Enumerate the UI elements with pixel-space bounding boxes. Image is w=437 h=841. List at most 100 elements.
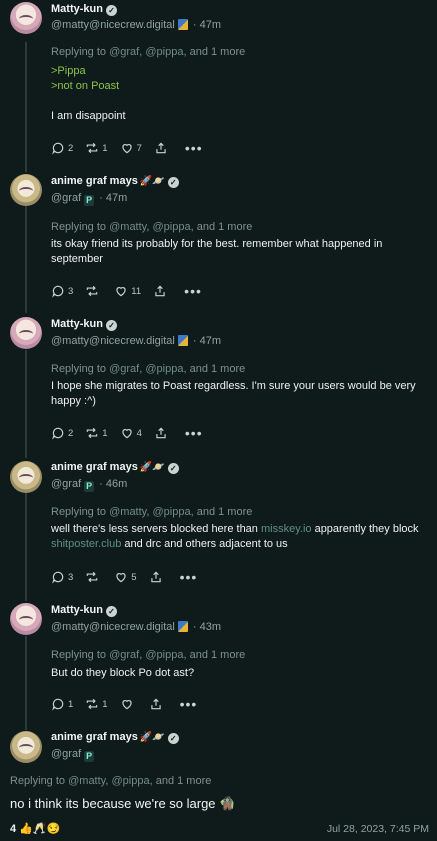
reaction-emojis: 👍🥂😏 <box>19 823 61 835</box>
like-icon <box>121 144 132 154</box>
more-icon[interactable]: ••• <box>185 425 203 441</box>
reactions-summary[interactable]: 4 👍🥂😏 <box>10 822 60 835</box>
post-time[interactable]: 47m <box>200 19 221 31</box>
mention-link[interactable]: @pippa <box>111 775 149 787</box>
repost-icon <box>87 142 98 154</box>
like-button[interactable]: 5 <box>114 570 137 584</box>
post-text: its okay friend its probably for the bes… <box>51 238 383 265</box>
verified-icon: ✓ <box>105 320 117 331</box>
more-icon[interactable]: ••• <box>185 140 203 156</box>
post-time[interactable]: 47m <box>106 192 127 204</box>
and-more-link[interactable]: and 1 more <box>156 775 212 787</box>
author-handle[interactable]: @matty@nicecrew.digital · 47m <box>51 335 221 347</box>
like-icon <box>121 429 132 439</box>
mention-link[interactable]: @pippa <box>145 363 183 375</box>
author-name[interactable]: anime graf mays 🚀🪐 ✓ <box>51 175 179 188</box>
like-icon <box>121 700 132 710</box>
share-icon <box>150 698 161 710</box>
more-icon[interactable]: ••• <box>184 283 202 299</box>
share-button[interactable] <box>149 697 166 711</box>
instance-link[interactable]: shitposter.club <box>51 538 121 550</box>
reply-button[interactable]: 3 <box>51 570 73 584</box>
mention-link[interactable]: @pippa <box>145 46 183 58</box>
repost-button[interactable]: 1 <box>85 141 108 155</box>
thread-line <box>25 42 27 172</box>
author-handle[interactable]: @graf P · 47m <box>51 192 127 206</box>
repost-button[interactable]: 1 <box>85 426 108 440</box>
repost-icon <box>87 427 98 439</box>
repost-button[interactable] <box>85 284 102 298</box>
more-icon[interactable]: ••• <box>180 696 198 712</box>
instance-icon <box>177 19 188 30</box>
author-name[interactable]: Matty-kun ✓ <box>51 318 117 331</box>
post-time[interactable]: 43m <box>200 621 221 633</box>
author-name[interactable]: Matty-kun ✓ <box>51 3 117 16</box>
and-more-link[interactable]: and 1 more <box>190 363 246 375</box>
greentext-line: >not on Poast <box>51 80 120 92</box>
and-more-link[interactable]: and 1 more <box>197 221 253 233</box>
replying-to: Replying to @matty, @pippa, and 1 more <box>51 221 253 233</box>
more-icon[interactable]: ••• <box>180 569 198 585</box>
share-button[interactable] <box>153 284 170 298</box>
author-handle[interactable]: @graf P <box>51 748 96 762</box>
author-handle[interactable]: @matty@nicecrew.digital · 47m <box>51 19 221 31</box>
and-more-link[interactable]: and 1 more <box>197 506 253 518</box>
repost-icon <box>87 571 98 583</box>
post-actions: 3 11 ••• <box>51 283 214 299</box>
instance-icon <box>177 335 188 346</box>
author-name[interactable]: Matty-kun ✓ <box>51 604 117 617</box>
author-handle[interactable]: @matty@nicecrew.digital · 43m <box>51 621 221 633</box>
mention-link[interactable]: @pippa <box>145 649 183 661</box>
rocket-planet-emoji: 🚀🪐 <box>139 732 165 743</box>
mention-link[interactable]: @matty <box>68 775 105 787</box>
avatar[interactable] <box>10 731 42 763</box>
verified-icon: ✓ <box>105 606 117 617</box>
post-time[interactable]: 47m <box>200 335 221 347</box>
share-icon <box>156 142 166 154</box>
instance-link[interactable]: misskey.io <box>261 523 312 535</box>
post-actions: 2 1 7 ••• <box>51 140 215 156</box>
mention-link[interactable]: @pippa <box>152 506 190 518</box>
avatar[interactable] <box>10 174 42 206</box>
share-button[interactable] <box>154 426 171 440</box>
rocket-planet-emoji: 🚀🪐 <box>139 176 165 187</box>
repost-icon <box>87 285 98 297</box>
like-button[interactable] <box>120 697 137 711</box>
share-button[interactable] <box>154 141 171 155</box>
instance-icon: P <box>84 481 95 492</box>
reply-icon <box>52 142 64 155</box>
repost-button[interactable] <box>85 570 102 584</box>
share-icon <box>150 571 161 583</box>
post-time[interactable]: 46m <box>106 478 127 490</box>
reply-button[interactable]: 1 <box>51 697 73 711</box>
avatar[interactable] <box>10 2 42 34</box>
author-name[interactable]: anime graf mays 🚀🪐 ✓ <box>51 731 179 744</box>
and-more-link[interactable]: and 1 more <box>190 649 246 661</box>
repost-icon <box>87 698 98 710</box>
avatar[interactable] <box>10 603 42 635</box>
reply-button[interactable]: 2 <box>51 426 73 440</box>
repost-button[interactable]: 1 <box>85 697 108 711</box>
like-button[interactable]: 7 <box>120 141 142 155</box>
and-more-link[interactable]: and 1 more <box>190 46 246 58</box>
reply-icon <box>52 427 64 440</box>
mention-link[interactable]: @graf <box>109 363 139 375</box>
verified-icon: ✓ <box>167 733 179 744</box>
avatar[interactable] <box>10 317 42 349</box>
mention-link[interactable]: @graf <box>109 649 139 661</box>
author-handle[interactable]: @graf P · 46m <box>51 478 127 492</box>
reply-button[interactable]: 2 <box>51 141 73 155</box>
avatar[interactable] <box>10 461 42 493</box>
share-button[interactable] <box>149 570 166 584</box>
mention-link[interactable]: @graf <box>109 46 139 58</box>
thread-line <box>25 493 27 601</box>
mention-link[interactable]: @matty <box>109 506 146 518</box>
mention-link[interactable]: @pippa <box>152 221 190 233</box>
like-button[interactable]: 11 <box>114 284 141 298</box>
thread-line <box>25 350 27 458</box>
like-button[interactable]: 4 <box>120 426 142 440</box>
author-name[interactable]: anime graf mays 🚀🪐 ✓ <box>51 461 179 474</box>
mention-link[interactable]: @matty <box>109 221 146 233</box>
post-date[interactable]: Jul 28, 2023, 7:45 PM <box>327 823 429 835</box>
reply-button[interactable]: 3 <box>51 284 73 298</box>
